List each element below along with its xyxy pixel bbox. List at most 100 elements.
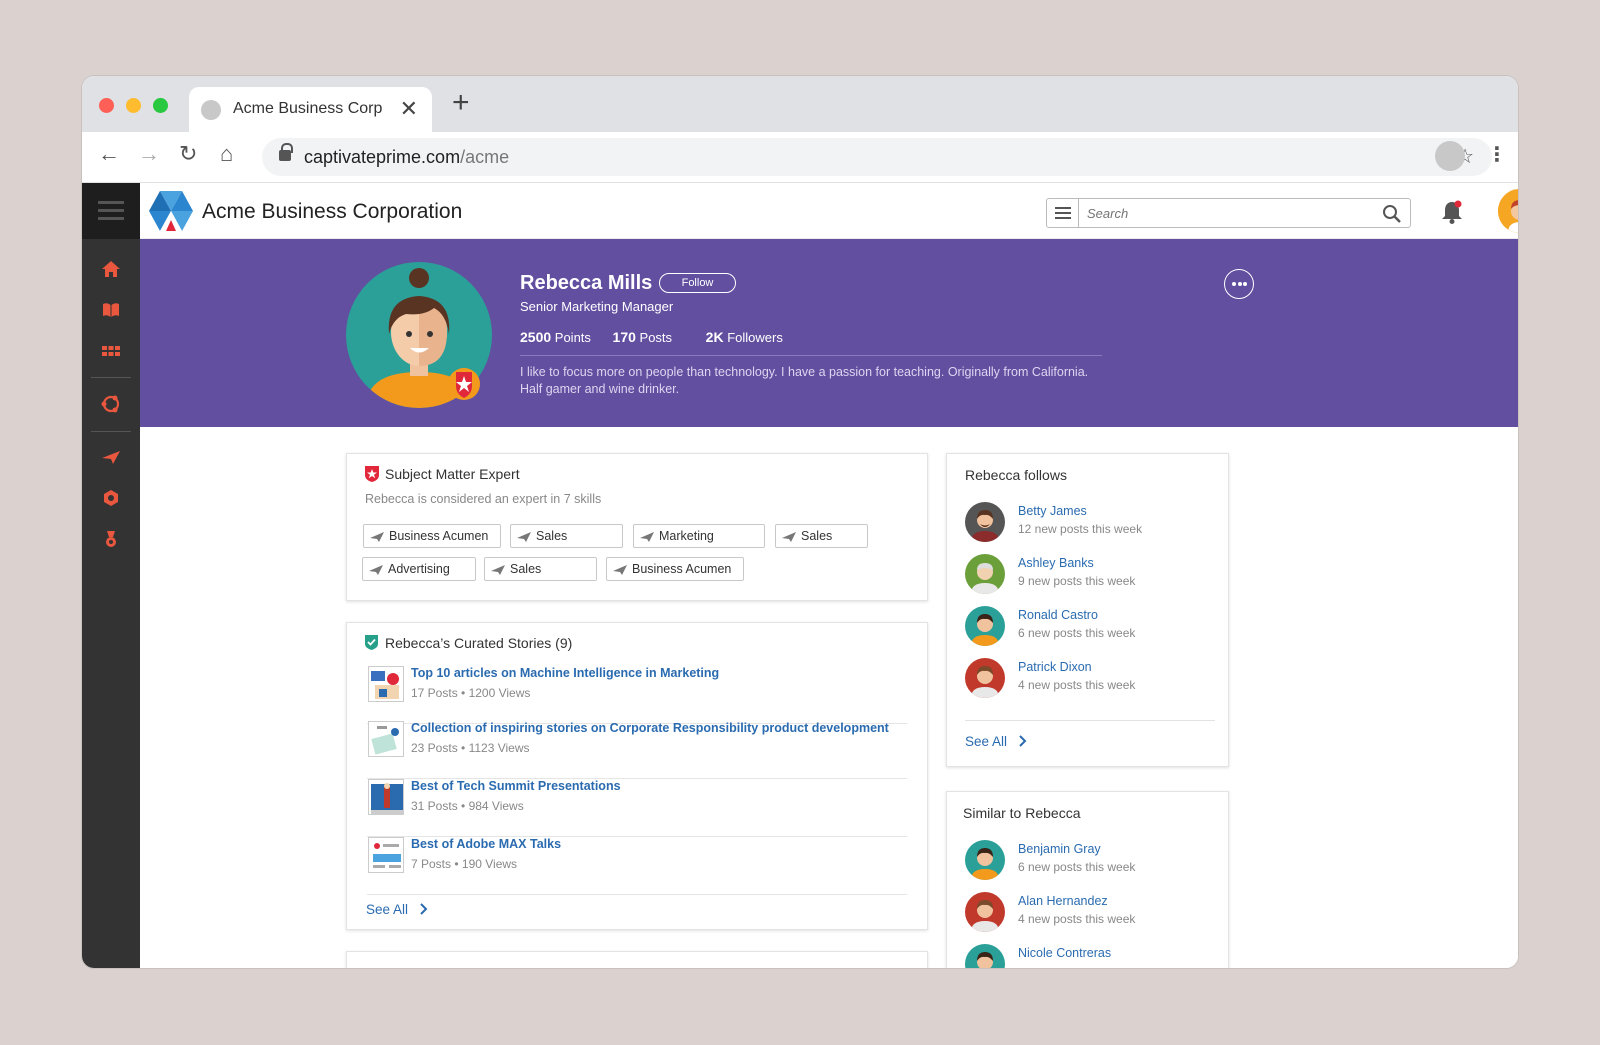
expert-subtitle: Rebecca is considered an expert in 7 ski… (365, 492, 602, 506)
url-text[interactable]: captivateprime.com/acme (304, 147, 509, 168)
person-item[interactable]: Ronald Castro 6 new posts this week (965, 606, 1205, 650)
medal-icon[interactable] (100, 528, 122, 550)
expert-badge-icon (365, 466, 379, 482)
globe-icon[interactable] (100, 393, 122, 415)
follows-see-all-link[interactable]: See All (965, 734, 1027, 749)
reload-button[interactable]: ↻ (179, 143, 197, 165)
person-avatar[interactable] (965, 840, 1005, 880)
forward-button[interactable]: → (138, 143, 160, 165)
person-name[interactable]: Ashley Banks (1018, 556, 1094, 570)
hero-divider (520, 355, 1102, 356)
person-activity: 9 new posts this week (1018, 574, 1136, 588)
skill-tag[interactable]: Business Acumen (606, 557, 744, 581)
browser-tab[interactable]: Acme Business Corp ✕ (189, 87, 432, 132)
tab-close-icon[interactable]: ✕ (400, 96, 418, 122)
person-item[interactable]: Benjamin Gray 6 new posts this week (965, 840, 1205, 884)
search-icon[interactable] (1382, 204, 1402, 224)
story-title[interactable]: Top 10 articles on Machine Intelligence … (411, 666, 719, 680)
paper-plane-icon (517, 532, 531, 542)
home-icon[interactable] (100, 258, 122, 280)
person-avatar[interactable] (965, 606, 1005, 646)
person-item[interactable]: Alan Hernandez 4 new posts this week (965, 892, 1205, 936)
skill-tag[interactable]: Advertising (362, 557, 476, 581)
story-title[interactable]: Collection of inspiring stories on Corpo… (411, 721, 889, 735)
paper-plane-icon[interactable] (100, 446, 122, 468)
more-options-icon[interactable] (1224, 269, 1254, 299)
profile-stats: 2500 Points 170 Posts 2K Followers (520, 329, 801, 345)
story-item[interactable]: Collection of inspiring stories on Corpo… (367, 721, 907, 779)
paper-plane-icon (491, 565, 505, 575)
skill-tag[interactable]: Marketing (633, 524, 765, 548)
person-name[interactable]: Nicole Contreras (1018, 946, 1111, 960)
minimize-window-button[interactable] (126, 98, 141, 113)
stat-followers: 2K Followers (705, 329, 783, 345)
notification-bell-icon[interactable] (1440, 199, 1464, 225)
follow-button[interactable]: Follow (659, 273, 736, 293)
tab-title: Acme Business Corp (233, 100, 383, 117)
close-window-button[interactable] (99, 98, 114, 113)
book-icon[interactable] (100, 299, 122, 321)
browser-menu-icon[interactable]: ⋮ (1487, 142, 1507, 167)
url-host: captivateprime.com (304, 147, 461, 167)
person-activity: 6 new posts this week (1018, 860, 1136, 874)
profile-name: Rebecca Mills (520, 272, 653, 294)
person-name[interactable]: Alan Hernandez (1018, 894, 1108, 908)
profile-bio: I like to focus more on people than tech… (520, 365, 1089, 396)
acme-logo-icon[interactable] (146, 189, 196, 235)
browser-profile-avatar[interactable] (1435, 141, 1465, 171)
person-name[interactable]: Ronald Castro (1018, 608, 1098, 622)
person-name[interactable]: Betty James (1018, 504, 1087, 518)
person-avatar[interactable] (965, 944, 1005, 968)
person-name[interactable]: Patrick Dixon (1018, 660, 1092, 674)
person-activity: 4 new posts this week (1018, 912, 1136, 926)
stat-posts: 170 Posts (612, 329, 673, 345)
person-avatar[interactable] (965, 892, 1005, 932)
skill-tag[interactable]: Business Acumen (363, 524, 501, 548)
user-avatar[interactable] (1498, 189, 1518, 233)
badge-icon[interactable] (100, 487, 122, 509)
person-item[interactable]: Nicole Contreras (965, 944, 1205, 968)
follows-title: Rebecca follows (965, 467, 1067, 483)
app-header: Acme Business Corporation Search (140, 183, 1518, 239)
home-button[interactable]: ⌂ (220, 143, 233, 165)
story-title[interactable]: Best of Tech Summit Presentations (411, 779, 621, 793)
person-item[interactable]: Betty James 12 new posts this week (965, 502, 1205, 546)
skill-tag[interactable]: Sales (510, 524, 623, 548)
story-meta: 17 Posts • 1200 Views (411, 686, 531, 700)
new-tab-button[interactable]: + (452, 88, 470, 118)
skill-tag[interactable]: Sales (775, 524, 868, 548)
person-avatar[interactable] (965, 554, 1005, 594)
follows-divider (965, 720, 1215, 721)
search-filter-menu-icon[interactable] (1047, 199, 1079, 227)
hamburger-menu-icon[interactable] (82, 183, 140, 239)
person-item[interactable]: Ashley Banks 9 new posts this week (965, 554, 1205, 598)
search-input[interactable] (1087, 203, 1367, 223)
person-avatar[interactable] (965, 502, 1005, 542)
story-meta: 23 Posts • 1123 Views (411, 741, 530, 755)
story-item[interactable]: Best of Tech Summit Presentations 31 Pos… (367, 779, 907, 837)
expert-card: Subject Matter Expert Rebecca is conside… (346, 453, 928, 601)
person-avatar[interactable] (965, 658, 1005, 698)
story-title[interactable]: Best of Adobe MAX Talks (411, 837, 561, 851)
browser-window: Acme Business Corp ✕ + ← → ↻ ⌂ captivate… (82, 76, 1518, 968)
stories-see-all-link[interactable]: See All (366, 902, 428, 917)
person-item[interactable]: Patrick Dixon 4 new posts this week (965, 658, 1205, 702)
sidebar-divider (91, 377, 131, 378)
story-item[interactable]: Top 10 articles on Machine Intelligence … (367, 666, 907, 724)
address-bar[interactable]: captivateprime.com/acme ☆ (262, 138, 1492, 176)
paper-plane-icon (370, 532, 384, 542)
paper-plane-icon (640, 532, 654, 542)
skill-tag[interactable]: Sales (484, 557, 597, 581)
paper-plane-icon (613, 565, 627, 575)
grid-icon[interactable] (100, 340, 122, 362)
back-button[interactable]: ← (98, 143, 120, 165)
story-item[interactable]: Best of Adobe MAX Talks 7 Posts • 190 Vi… (367, 837, 907, 895)
maximize-window-button[interactable] (153, 98, 168, 113)
follows-card: Rebecca follows Betty James 12 new posts… (946, 453, 1229, 767)
person-name[interactable]: Benjamin Gray (1018, 842, 1101, 856)
stat-points: 2500 Points (520, 329, 591, 345)
expert-title: Subject Matter Expert (385, 466, 520, 482)
curated-stories-card: Rebecca’s Curated Stories (9) Top 10 art… (346, 622, 928, 930)
brand-name: Acme Business Corporation (202, 200, 463, 223)
person-activity: 6 new posts this week (1018, 626, 1136, 640)
